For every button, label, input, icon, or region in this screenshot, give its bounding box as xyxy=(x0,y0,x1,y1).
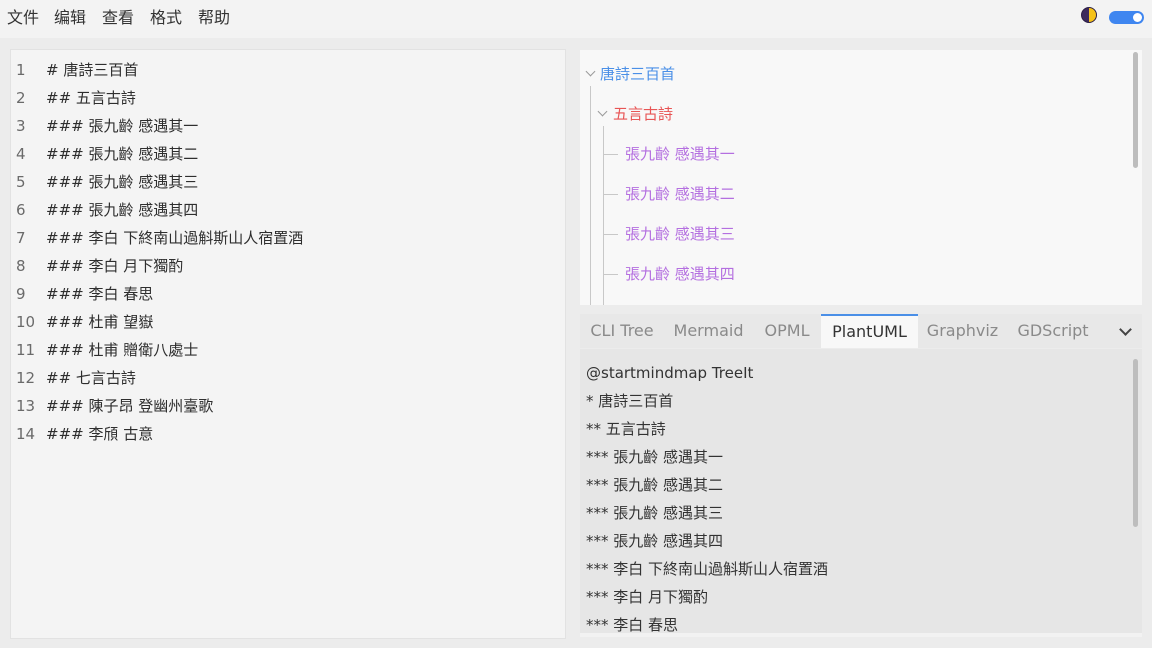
menu-bar: 文件 编辑 查看 格式 帮助 xyxy=(0,0,1152,38)
tree-branch-line xyxy=(604,274,618,275)
tree-connector xyxy=(603,126,604,305)
output-line: *** 李白 月下獨酌 xyxy=(586,588,709,606)
menu-format[interactable]: 格式 xyxy=(150,8,182,28)
line-number: 10 xyxy=(16,313,36,331)
toggle-knob xyxy=(1133,13,1142,22)
editor-line[interactable]: 5 ### 張九齡 感遇其三 xyxy=(11,168,565,196)
editor-line[interactable]: 10 ### 杜甫 望嶽 xyxy=(11,308,565,336)
output-bottom-border xyxy=(580,633,1142,637)
editor-line[interactable]: 4 ### 張九齡 感遇其二 xyxy=(11,140,565,168)
output-line: *** 張九齡 感遇其一 xyxy=(586,448,724,466)
line-number: 12 xyxy=(16,369,36,387)
editor-line[interactable]: 7 ### 李白 下終南山過斛斯山人宿置酒 xyxy=(11,224,565,252)
line-number: 5 xyxy=(16,173,26,191)
mindmap-preview: 唐詩三百首 五言古詩 張九齡 感遇其一 張九齡 感遇其二 張九齡 感遇其三 張九齡 感… xyxy=(580,50,1142,305)
output-line: *** 張九齡 感遇其二 xyxy=(586,476,724,494)
tab-opml[interactable]: OPML xyxy=(753,314,821,348)
line-text[interactable]: # 唐詩三百首 xyxy=(46,56,138,84)
menu-edit[interactable]: 编辑 xyxy=(54,8,86,28)
line-text[interactable]: ### 張九齡 感遇其一 xyxy=(46,112,198,140)
app-window: 文件 编辑 查看 格式 帮助 1 # 唐詩三百首 2 ## 五言古詩 3 ### 張九齡 … xyxy=(0,0,1152,648)
line-text[interactable]: ## 五言古詩 xyxy=(46,84,136,112)
editor-line[interactable]: 6 ### 張九齡 感遇其四 xyxy=(11,196,565,224)
editor-line[interactable]: 13 ### 陳子昂 登幽州臺歌 xyxy=(11,392,565,420)
mindmap-scrollbar[interactable] xyxy=(1133,52,1138,168)
line-number: 9 xyxy=(16,285,26,303)
tab-gdscript[interactable]: GDScript xyxy=(1007,314,1099,348)
line-number: 4 xyxy=(16,145,26,163)
line-text[interactable]: ### 李白 下終南山過斛斯山人宿置酒 xyxy=(46,224,303,252)
line-text[interactable]: ### 張九齡 感遇其三 xyxy=(46,168,198,196)
line-number: 14 xyxy=(16,425,36,443)
plantuml-output[interactable]: *** 李白 春思 *** 李白 月下獨酌 *** 李白 下終南山過斛斯山人宿置酒 *… xyxy=(580,349,1142,637)
dark-mode-toggle[interactable] xyxy=(1109,11,1144,24)
editor-line[interactable]: 2 ## 五言古詩 xyxy=(11,84,565,112)
tab-cli-tree[interactable]: CLI Tree xyxy=(580,314,664,348)
mindmap-level3-node[interactable]: 張九齡 感遇其三 xyxy=(625,224,735,244)
line-text[interactable]: ### 杜甫 望嶽 xyxy=(46,308,153,336)
line-number: 11 xyxy=(16,341,36,359)
mindmap-level3-node[interactable]: 張九齡 感遇其二 xyxy=(625,184,735,204)
editor-line[interactable]: 14 ### 李頎 古意 xyxy=(11,420,565,448)
line-text[interactable]: ### 李白 月下獨酌 xyxy=(46,252,183,280)
line-text[interactable]: ### 李白 春思 xyxy=(46,280,153,308)
tree-branch-line xyxy=(604,154,618,155)
line-number: 1 xyxy=(16,61,26,79)
chevron-down-icon[interactable] xyxy=(1119,323,1132,336)
line-number: 13 xyxy=(16,397,36,415)
output-line: * 唐詩三百首 xyxy=(586,392,674,410)
tree-branch-line xyxy=(604,234,618,235)
mindmap-root-node[interactable]: 唐詩三百首 xyxy=(600,64,675,84)
mindmap-level3-node[interactable]: 張九齡 感遇其一 xyxy=(625,144,735,164)
line-text[interactable]: ## 七言古詩 xyxy=(46,364,136,392)
line-text[interactable]: ### 陳子昂 登幽州臺歌 xyxy=(46,392,213,420)
chevron-down-icon[interactable] xyxy=(597,106,608,117)
export-format-tabs: GDScript Graphviz PlantUML OPML Mermaid CLI T… xyxy=(580,314,1142,348)
chevron-down-icon[interactable] xyxy=(585,66,596,77)
line-number: 6 xyxy=(16,201,26,219)
line-number: 3 xyxy=(16,117,26,135)
mindmap-level2-node[interactable]: 五言古詩 xyxy=(613,104,673,124)
output-line: *** 張九齡 感遇其三 xyxy=(586,504,724,522)
menu-help[interactable]: 帮助 xyxy=(198,8,230,28)
tab-graphviz[interactable]: Graphviz xyxy=(918,314,1007,348)
tree-connector xyxy=(590,86,591,305)
editor-line[interactable]: 1 # 唐詩三百首 xyxy=(11,56,565,84)
output-line: *** 張九齡 感遇其四 xyxy=(586,532,724,550)
editor-line[interactable]: 11 ### 杜甫 贈衛八處士 xyxy=(11,336,565,364)
editor-line[interactable]: 9 ### 李白 春思 xyxy=(11,280,565,308)
half-moon-icon[interactable] xyxy=(1081,7,1097,23)
line-text[interactable]: ### 杜甫 贈衛八處士 xyxy=(46,336,198,364)
line-number: 8 xyxy=(16,257,26,275)
output-line: ** 五言古詩 xyxy=(586,420,666,438)
output-line: @startmindmap TreeIt xyxy=(586,364,754,382)
output-line: *** 李白 下終南山過斛斯山人宿置酒 xyxy=(586,560,829,578)
editor-line[interactable]: 3 ### 張九齡 感遇其一 xyxy=(11,112,565,140)
markdown-editor[interactable]: 1 # 唐詩三百首 2 ## 五言古詩 3 ### 張九齡 感遇其一 4 ### 張九齡 感遇… xyxy=(10,49,566,639)
line-text[interactable]: ### 李頎 古意 xyxy=(46,420,153,448)
tab-mermaid[interactable]: Mermaid xyxy=(664,314,753,348)
line-number: 7 xyxy=(16,229,26,247)
menu-view[interactable]: 查看 xyxy=(102,8,134,28)
editor-line[interactable]: 12 ## 七言古詩 xyxy=(11,364,565,392)
line-text[interactable]: ### 張九齡 感遇其四 xyxy=(46,196,198,224)
mindmap-level3-node[interactable]: 張九齡 感遇其四 xyxy=(625,264,735,284)
output-scrollbar[interactable] xyxy=(1133,359,1138,527)
line-number: 2 xyxy=(16,89,26,107)
line-text[interactable]: ### 張九齡 感遇其二 xyxy=(46,140,198,168)
menu-file[interactable]: 文件 xyxy=(7,8,39,28)
tree-branch-line xyxy=(604,194,618,195)
tab-plantuml[interactable]: PlantUML xyxy=(821,314,918,348)
editor-line[interactable]: 8 ### 李白 月下獨酌 xyxy=(11,252,565,280)
